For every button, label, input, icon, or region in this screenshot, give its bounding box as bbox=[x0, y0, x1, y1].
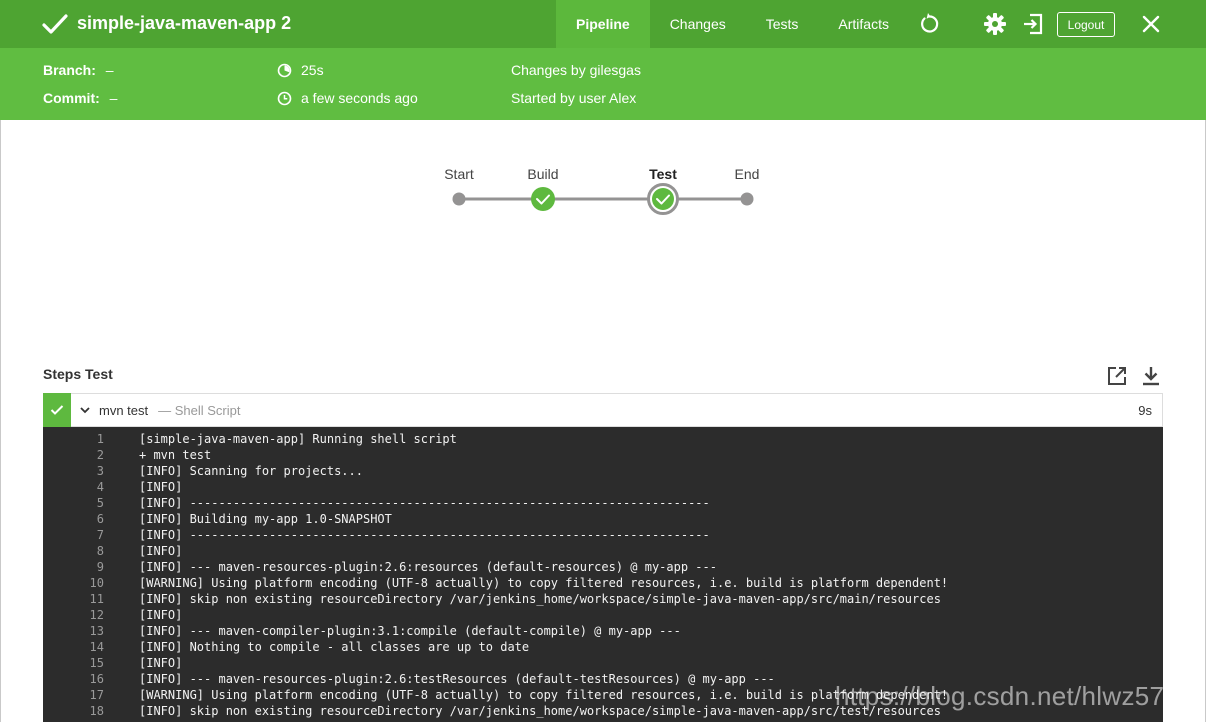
exit-icon[interactable] bbox=[1021, 12, 1045, 36]
log-line-number[interactable]: 2 bbox=[63, 447, 104, 463]
replay-icon[interactable] bbox=[917, 12, 941, 36]
run-info-bar: Branch: – Commit: – 25s a few seconds ag… bbox=[0, 48, 1206, 120]
log-line-number[interactable]: 1 bbox=[63, 431, 104, 447]
commit-row: Commit: – bbox=[43, 90, 117, 106]
log-line-number[interactable]: 11 bbox=[63, 591, 104, 607]
stage-node-start[interactable] bbox=[452, 192, 466, 206]
log-line-number[interactable]: 4 bbox=[63, 479, 104, 495]
log-line-text: [simple-java-maven-app] Running shell sc… bbox=[139, 432, 457, 446]
pipeline-track bbox=[452, 183, 754, 215]
download-icon[interactable] bbox=[1140, 365, 1162, 387]
log-line-number[interactable]: 13 bbox=[63, 623, 104, 639]
log-line-text: [INFO] --- maven-resources-plugin:2.6:re… bbox=[139, 560, 717, 574]
branch-label: Branch: bbox=[43, 62, 96, 78]
log-line-number[interactable]: 8 bbox=[63, 543, 104, 559]
clock-icon bbox=[277, 91, 292, 106]
step-success-icon bbox=[43, 392, 71, 427]
tab-changes[interactable]: Changes bbox=[650, 0, 746, 48]
tab-artifacts[interactable]: Artifacts bbox=[818, 0, 909, 48]
log-line-text: [INFO] Scanning for projects... bbox=[139, 464, 363, 478]
duration-value: 25s bbox=[301, 62, 324, 78]
steps-title: Steps Test bbox=[43, 366, 113, 382]
tab-pipeline[interactable]: Pipeline bbox=[556, 0, 650, 48]
log-line-text: [INFO] ---------------------------------… bbox=[139, 496, 710, 510]
log-line-text: + mvn test bbox=[139, 448, 212, 462]
open-external-icon[interactable] bbox=[1106, 365, 1128, 387]
started-by: Started by user Alex bbox=[511, 90, 637, 106]
log-line-text: [INFO] Nothing to compile - all classes … bbox=[139, 640, 530, 654]
log-line-number[interactable]: 10 bbox=[63, 575, 104, 591]
log-line-number[interactable]: 18 bbox=[63, 703, 104, 719]
commit-value: – bbox=[109, 90, 118, 106]
log-line-text: [INFO] --- maven-resources-plugin:2.6:te… bbox=[139, 672, 775, 686]
tab-tests[interactable]: Tests bbox=[746, 0, 819, 48]
chevron-down-icon[interactable] bbox=[79, 404, 91, 416]
top-bar: simple-java-maven-app 2 Pipeline Changes… bbox=[0, 0, 1206, 48]
log-line-text: [INFO] ---------------------------------… bbox=[139, 528, 710, 542]
log-line-number[interactable]: 16 bbox=[63, 671, 104, 687]
run-title: simple-java-maven-app 2 bbox=[77, 13, 292, 33]
console-log: 1 [simple-java-maven-app] Running shell s… bbox=[43, 427, 1163, 722]
log-line-number[interactable]: 3 bbox=[63, 463, 104, 479]
log-line-text: [INFO] skip non existing resourceDirecto… bbox=[139, 592, 941, 606]
watermark-text: https://blog.csdn.net/hlwz5735 bbox=[835, 681, 1194, 711]
logout-button[interactable]: Logout bbox=[1057, 12, 1115, 37]
run-tabs: Pipeline Changes Tests Artifacts bbox=[556, 0, 909, 48]
log-line-text: [INFO] bbox=[139, 656, 183, 670]
time-ago: a few seconds ago bbox=[301, 90, 418, 106]
pipeline-graph: Start Build Test End bbox=[0, 120, 1206, 360]
step-duration: 9s bbox=[1138, 402, 1152, 418]
log-line-number[interactable]: 7 bbox=[63, 527, 104, 543]
step-row-mvn-test[interactable]: mvn test — Shell Script 9s bbox=[43, 392, 1163, 427]
log-line-number[interactable]: 12 bbox=[63, 607, 104, 623]
close-icon[interactable] bbox=[1139, 12, 1163, 36]
log-line-text: [INFO] --- maven-compiler-plugin:3.1:com… bbox=[139, 624, 681, 638]
step-name: mvn test bbox=[99, 402, 149, 418]
stage-node-end[interactable] bbox=[740, 192, 754, 206]
log-line-number[interactable]: 9 bbox=[63, 559, 104, 575]
gear-icon[interactable] bbox=[983, 12, 1007, 36]
log-line-text: [INFO] skip non existing resourceDirecto… bbox=[139, 704, 941, 718]
step-type: — Shell Script bbox=[158, 402, 241, 418]
log-line-text: [WARNING] Using platform encoding (UTF-8… bbox=[139, 576, 949, 590]
log-line-number[interactable]: 15 bbox=[63, 655, 104, 671]
changes-by: Changes by gilesgas bbox=[511, 62, 641, 78]
duration-icon bbox=[277, 63, 292, 78]
checkmark-icon bbox=[50, 404, 64, 415]
stage-node-build[interactable] bbox=[531, 187, 555, 211]
log-line-number[interactable]: 5 bbox=[63, 495, 104, 511]
log-line-number[interactable]: 14 bbox=[63, 639, 104, 655]
log-line-text: [INFO] Building my-app 1.0-SNAPSHOT bbox=[139, 512, 392, 526]
stage-node-test[interactable] bbox=[647, 183, 679, 215]
log-line-number[interactable]: 6 bbox=[63, 511, 104, 527]
checkmark-icon bbox=[42, 14, 68, 34]
log-line-text: [INFO] bbox=[139, 608, 183, 622]
commit-label: Commit: bbox=[43, 90, 100, 106]
log-line-text: [WARNING] Using platform encoding (UTF-8… bbox=[139, 688, 949, 702]
log-line-number[interactable]: 17 bbox=[63, 687, 104, 703]
branch-value: – bbox=[105, 62, 114, 78]
log-line-text: [INFO] bbox=[139, 480, 183, 494]
log-line-text: [INFO] bbox=[139, 544, 183, 558]
branch-row: Branch: – bbox=[43, 62, 114, 78]
